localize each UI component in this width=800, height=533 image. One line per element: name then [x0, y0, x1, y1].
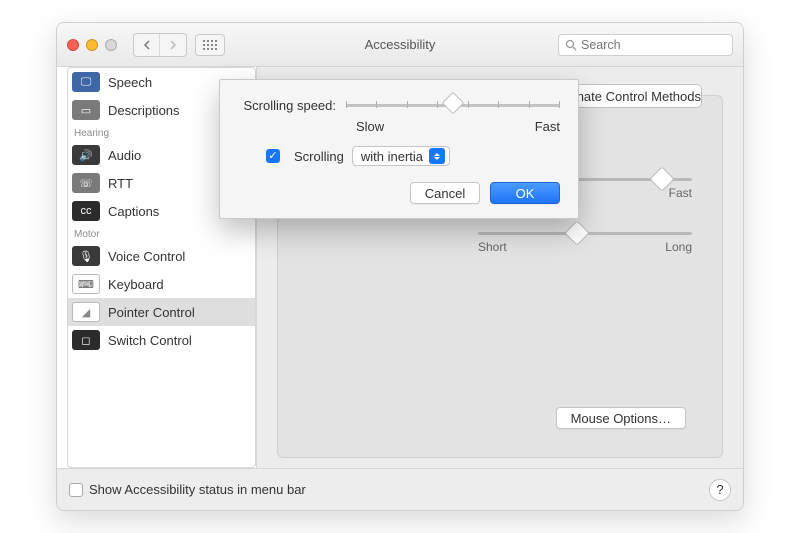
mouse-options-button[interactable]: Mouse Options… [556, 407, 686, 429]
button-label: Mouse Options… [571, 411, 671, 426]
cancel-button[interactable]: Cancel [410, 182, 480, 204]
scrolling-checkbox-label: Scrolling [294, 149, 344, 164]
mouse-options-sheet: Scrolling speed: Slow Fast Scrolling wit… [219, 79, 579, 219]
titlebar: Accessibility [57, 23, 743, 67]
pointer-control-icon: ◢ [72, 302, 100, 322]
audio-icon: 🔊 [72, 145, 100, 165]
scroll-speed-label: Scrolling speed: [238, 98, 346, 113]
slider-label-slow: Slow [356, 119, 384, 134]
navigation-segmented [133, 33, 187, 57]
sidebar-item-label: RTT [108, 176, 133, 191]
slider-label-long: Long [665, 240, 692, 254]
sidebar-item-voice-control[interactable]: 🎙 Voice Control [68, 242, 255, 270]
search-input[interactable] [581, 38, 742, 52]
search-field[interactable] [558, 34, 733, 56]
forward-button[interactable] [160, 34, 186, 56]
rtt-icon: ☏ [72, 173, 100, 193]
slider-label-fast: Fast [669, 186, 692, 200]
voice-control-icon: 🎙 [72, 246, 100, 266]
ok-button[interactable]: OK [490, 182, 560, 204]
scrolling-speed-slider[interactable] [346, 104, 560, 107]
sidebar-item-label: Keyboard [108, 277, 164, 292]
slider-label-fast: Fast [535, 119, 560, 134]
status-menu-label: Show Accessibility status in menu bar [89, 482, 306, 497]
minimize-icon[interactable] [86, 39, 98, 51]
button-label: OK [516, 186, 535, 201]
sidebar-item-pointer-control[interactable]: ◢ Pointer Control [68, 298, 255, 326]
help-button[interactable]: ? [709, 479, 731, 501]
sidebar-item-label: Voice Control [108, 249, 185, 264]
sidebar-item-label: Audio [108, 148, 141, 163]
descriptions-icon: ▭ [72, 100, 100, 120]
sidebar-item-switch-control[interactable]: ◻ Switch Control [68, 326, 255, 354]
window-controls [67, 39, 117, 51]
sidebar-item-label: Speech [108, 75, 152, 90]
switch-control-icon: ◻ [72, 330, 100, 350]
keyboard-icon: ⌨ [72, 274, 100, 294]
sidebar-item-label: Captions [108, 204, 159, 219]
preferences-window: Accessibility 🖵 Speech ▭ Descriptions He… [56, 22, 744, 511]
speech-icon: 🖵 [72, 72, 100, 92]
status-menu-checkbox[interactable] [69, 483, 83, 497]
back-button[interactable] [134, 34, 160, 56]
search-icon [565, 39, 577, 51]
scrolling-checkbox[interactable] [266, 149, 280, 163]
sidebar-item-keyboard[interactable]: ⌨ Keyboard [68, 270, 255, 298]
select-value: with inertia [361, 149, 423, 164]
sidebar-item-label: Switch Control [108, 333, 192, 348]
slider-label-short: Short [478, 240, 507, 254]
sidebar-header-motor: Motor [68, 225, 255, 242]
chevron-updown-icon [429, 148, 445, 164]
footer: Show Accessibility status in menu bar ? [57, 468, 743, 510]
sidebar-item-label: Pointer Control [108, 305, 195, 320]
sidebar-item-label: Descriptions [108, 103, 180, 118]
spring-delay-slider[interactable]: Short Long [478, 222, 692, 244]
scrolling-mode-select[interactable]: with inertia [352, 146, 450, 166]
button-label: Cancel [425, 186, 465, 201]
close-icon[interactable] [67, 39, 79, 51]
captions-icon: cc [72, 201, 100, 221]
zoom-icon[interactable] [105, 39, 117, 51]
show-all-button[interactable] [195, 34, 225, 56]
help-icon: ? [716, 482, 723, 497]
